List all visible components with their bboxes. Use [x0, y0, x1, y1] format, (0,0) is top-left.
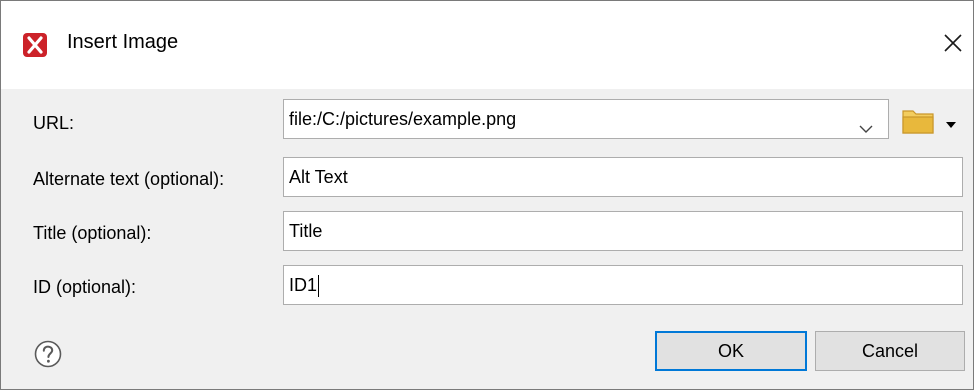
- browse-folder-button[interactable]: [899, 103, 961, 137]
- id-input[interactable]: ID1: [283, 265, 963, 305]
- alt-text-label: Alternate text (optional):: [33, 169, 225, 189]
- url-value: file:/C:/pictures/example.png: [289, 109, 517, 129]
- chevron-down-icon[interactable]: [858, 112, 874, 133]
- title-input[interactable]: Title: [283, 211, 963, 251]
- id-label: ID (optional):: [33, 277, 137, 297]
- url-label: URL:: [33, 113, 75, 133]
- title-bar: Insert Image: [1, 1, 973, 89]
- cancel-button[interactable]: Cancel: [815, 331, 965, 371]
- text-caret: [318, 275, 320, 298]
- close-icon[interactable]: [941, 31, 965, 55]
- dialog-title: Insert Image: [67, 31, 179, 53]
- oxygen-x-icon: [23, 33, 47, 57]
- title-value: Title: [289, 221, 323, 241]
- insert-image-dialog: Insert Image URL: file:/C:/pictures/exam…: [0, 0, 974, 390]
- help-icon[interactable]: [33, 339, 63, 369]
- alt-text-value: Alt Text: [289, 167, 348, 187]
- ok-button[interactable]: OK: [655, 331, 807, 371]
- title-label: Title (optional):: [33, 223, 152, 243]
- url-combobox[interactable]: file:/C:/pictures/example.png: [283, 99, 889, 139]
- alt-text-input[interactable]: Alt Text: [283, 157, 963, 197]
- id-value: ID1: [289, 275, 318, 295]
